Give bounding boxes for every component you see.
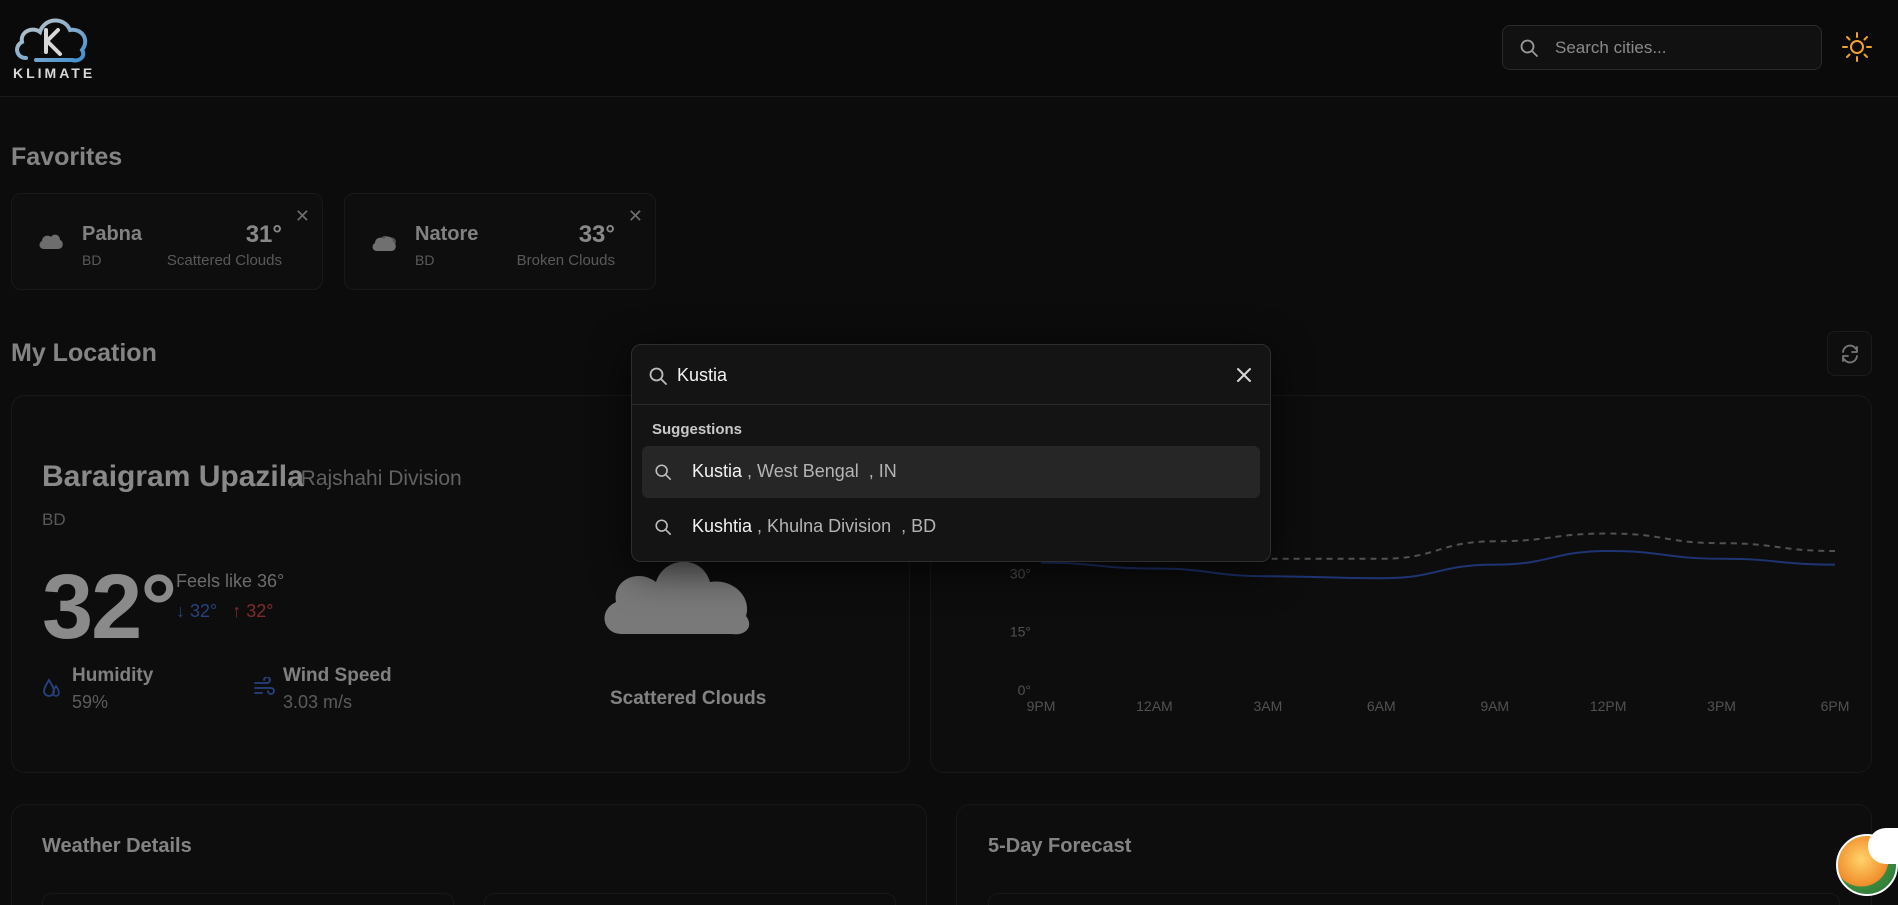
favorite-country: BD xyxy=(82,252,102,268)
search-icon xyxy=(649,367,667,385)
refresh-location-button[interactable] xyxy=(1827,331,1872,376)
app-page: KLIMATE Search cities... Favorites Pabna… xyxy=(0,0,1898,905)
x-tick-label: 12AM xyxy=(1136,698,1173,714)
search-placeholder: Search cities... xyxy=(1555,37,1667,57)
favorite-desc: Broken Clouds xyxy=(516,252,615,269)
forecast-row xyxy=(988,893,1840,905)
humidity-value: 59% xyxy=(72,692,109,712)
y-tick-label: 15° xyxy=(1010,624,1031,640)
theme-toggle-button[interactable] xyxy=(1840,30,1874,64)
suggestion-text: Kushtia , Khulna Division , BD xyxy=(692,516,936,537)
sun-icon xyxy=(1842,32,1872,62)
top-header: KLIMATE Search cities... xyxy=(0,0,1898,97)
extension-plugin-icon[interactable] xyxy=(1868,828,1898,864)
clouds-icon xyxy=(371,232,399,257)
wind-label: Wind Speed xyxy=(283,665,392,686)
search-input[interactable] xyxy=(677,359,1217,391)
forecast-title: 5-Day Forecast xyxy=(988,835,1132,857)
search-icon xyxy=(655,464,672,481)
my-location-title: My Location xyxy=(11,339,157,367)
favorites-title: Favorites xyxy=(11,143,123,171)
detail-tile xyxy=(42,893,454,905)
favorite-city: Natore xyxy=(415,223,479,245)
refresh-icon xyxy=(1841,344,1858,363)
max-temp: ↑ 32° xyxy=(232,601,274,621)
suggestion-text: Kustia , West Bengal , IN xyxy=(692,461,897,482)
cloud-icon xyxy=(38,232,64,255)
search-icon xyxy=(1520,39,1538,57)
wind-value: 3.03 m/s xyxy=(283,692,353,712)
logo-text: KLIMATE xyxy=(13,65,96,81)
suggestions-heading: Suggestions xyxy=(652,421,743,438)
x-tick-label: 12PM xyxy=(1590,698,1627,714)
remove-favorite-button[interactable]: ✕ xyxy=(295,206,310,227)
humidity-label: Humidity xyxy=(72,665,154,686)
min-max-temps: ↓ 32° ↑ 32° xyxy=(176,601,274,622)
x-tick-label: 9AM xyxy=(1480,698,1509,714)
location-country: BD xyxy=(42,510,66,529)
droplets-icon xyxy=(43,678,60,697)
favorite-temp: 33° xyxy=(578,221,615,248)
feels-like: Feels like 36° xyxy=(176,571,285,591)
remove-favorite-button[interactable]: ✕ xyxy=(628,206,643,227)
min-temp: ↓ 32° xyxy=(176,601,218,621)
x-tick-label: 3PM xyxy=(1707,698,1736,714)
location-name: Baraigram Upazila xyxy=(42,460,304,493)
x-tick-label: 6AM xyxy=(1367,698,1396,714)
detail-tile xyxy=(484,893,896,905)
max-temp-value: 32° xyxy=(246,601,274,621)
suggestion-location: , Khulna Division , BD xyxy=(752,516,937,536)
suggestion-item[interactable]: Kushtia , Khulna Division , BD xyxy=(642,501,1260,553)
favorite-desc: Scattered Clouds xyxy=(166,252,282,269)
favorite-country: BD xyxy=(415,252,435,268)
search-icon xyxy=(655,519,672,536)
min-temp-value: 32° xyxy=(190,601,218,621)
large-cloud-icon xyxy=(604,561,750,635)
suggestion-location: , West Bengal , IN xyxy=(742,461,897,481)
favorite-city: Pabna xyxy=(82,223,143,245)
y-tick-label: 0° xyxy=(1018,682,1031,698)
x-tick-label: 6PM xyxy=(1821,698,1850,714)
favorite-temp: 31° xyxy=(245,221,282,248)
wind-icon xyxy=(254,677,275,695)
suggestion-item[interactable]: Kustia , West Bengal , IN xyxy=(642,446,1260,498)
weather-details-title: Weather Details xyxy=(42,835,192,857)
close-icon[interactable] xyxy=(1232,363,1256,387)
favorite-card-pabna[interactable]: Pabna BD 31° Scattered Clouds ✕ xyxy=(11,193,323,290)
favorite-card-natore[interactable]: Natore BD 33° Broken Clouds ✕ xyxy=(344,193,656,290)
current-temperature: 32° xyxy=(42,556,177,658)
logo-cloud-icon xyxy=(15,18,88,63)
suggestion-name: Kushtia xyxy=(692,516,753,536)
y-tick-label: 30° xyxy=(1010,565,1031,581)
search-cities-button[interactable]: Search cities... xyxy=(1502,25,1822,70)
suggestion-name: Kustia xyxy=(692,461,743,481)
location-region: , Rajshahi Division xyxy=(289,467,462,490)
x-tick-label: 9PM xyxy=(1027,698,1056,714)
weather-condition: Scattered Clouds xyxy=(610,688,767,709)
x-tick-label: 3AM xyxy=(1253,698,1282,714)
search-command-dialog: Suggestions Kustia , West Bengal , IN Ku… xyxy=(631,344,1271,562)
search-input-row xyxy=(632,345,1270,405)
